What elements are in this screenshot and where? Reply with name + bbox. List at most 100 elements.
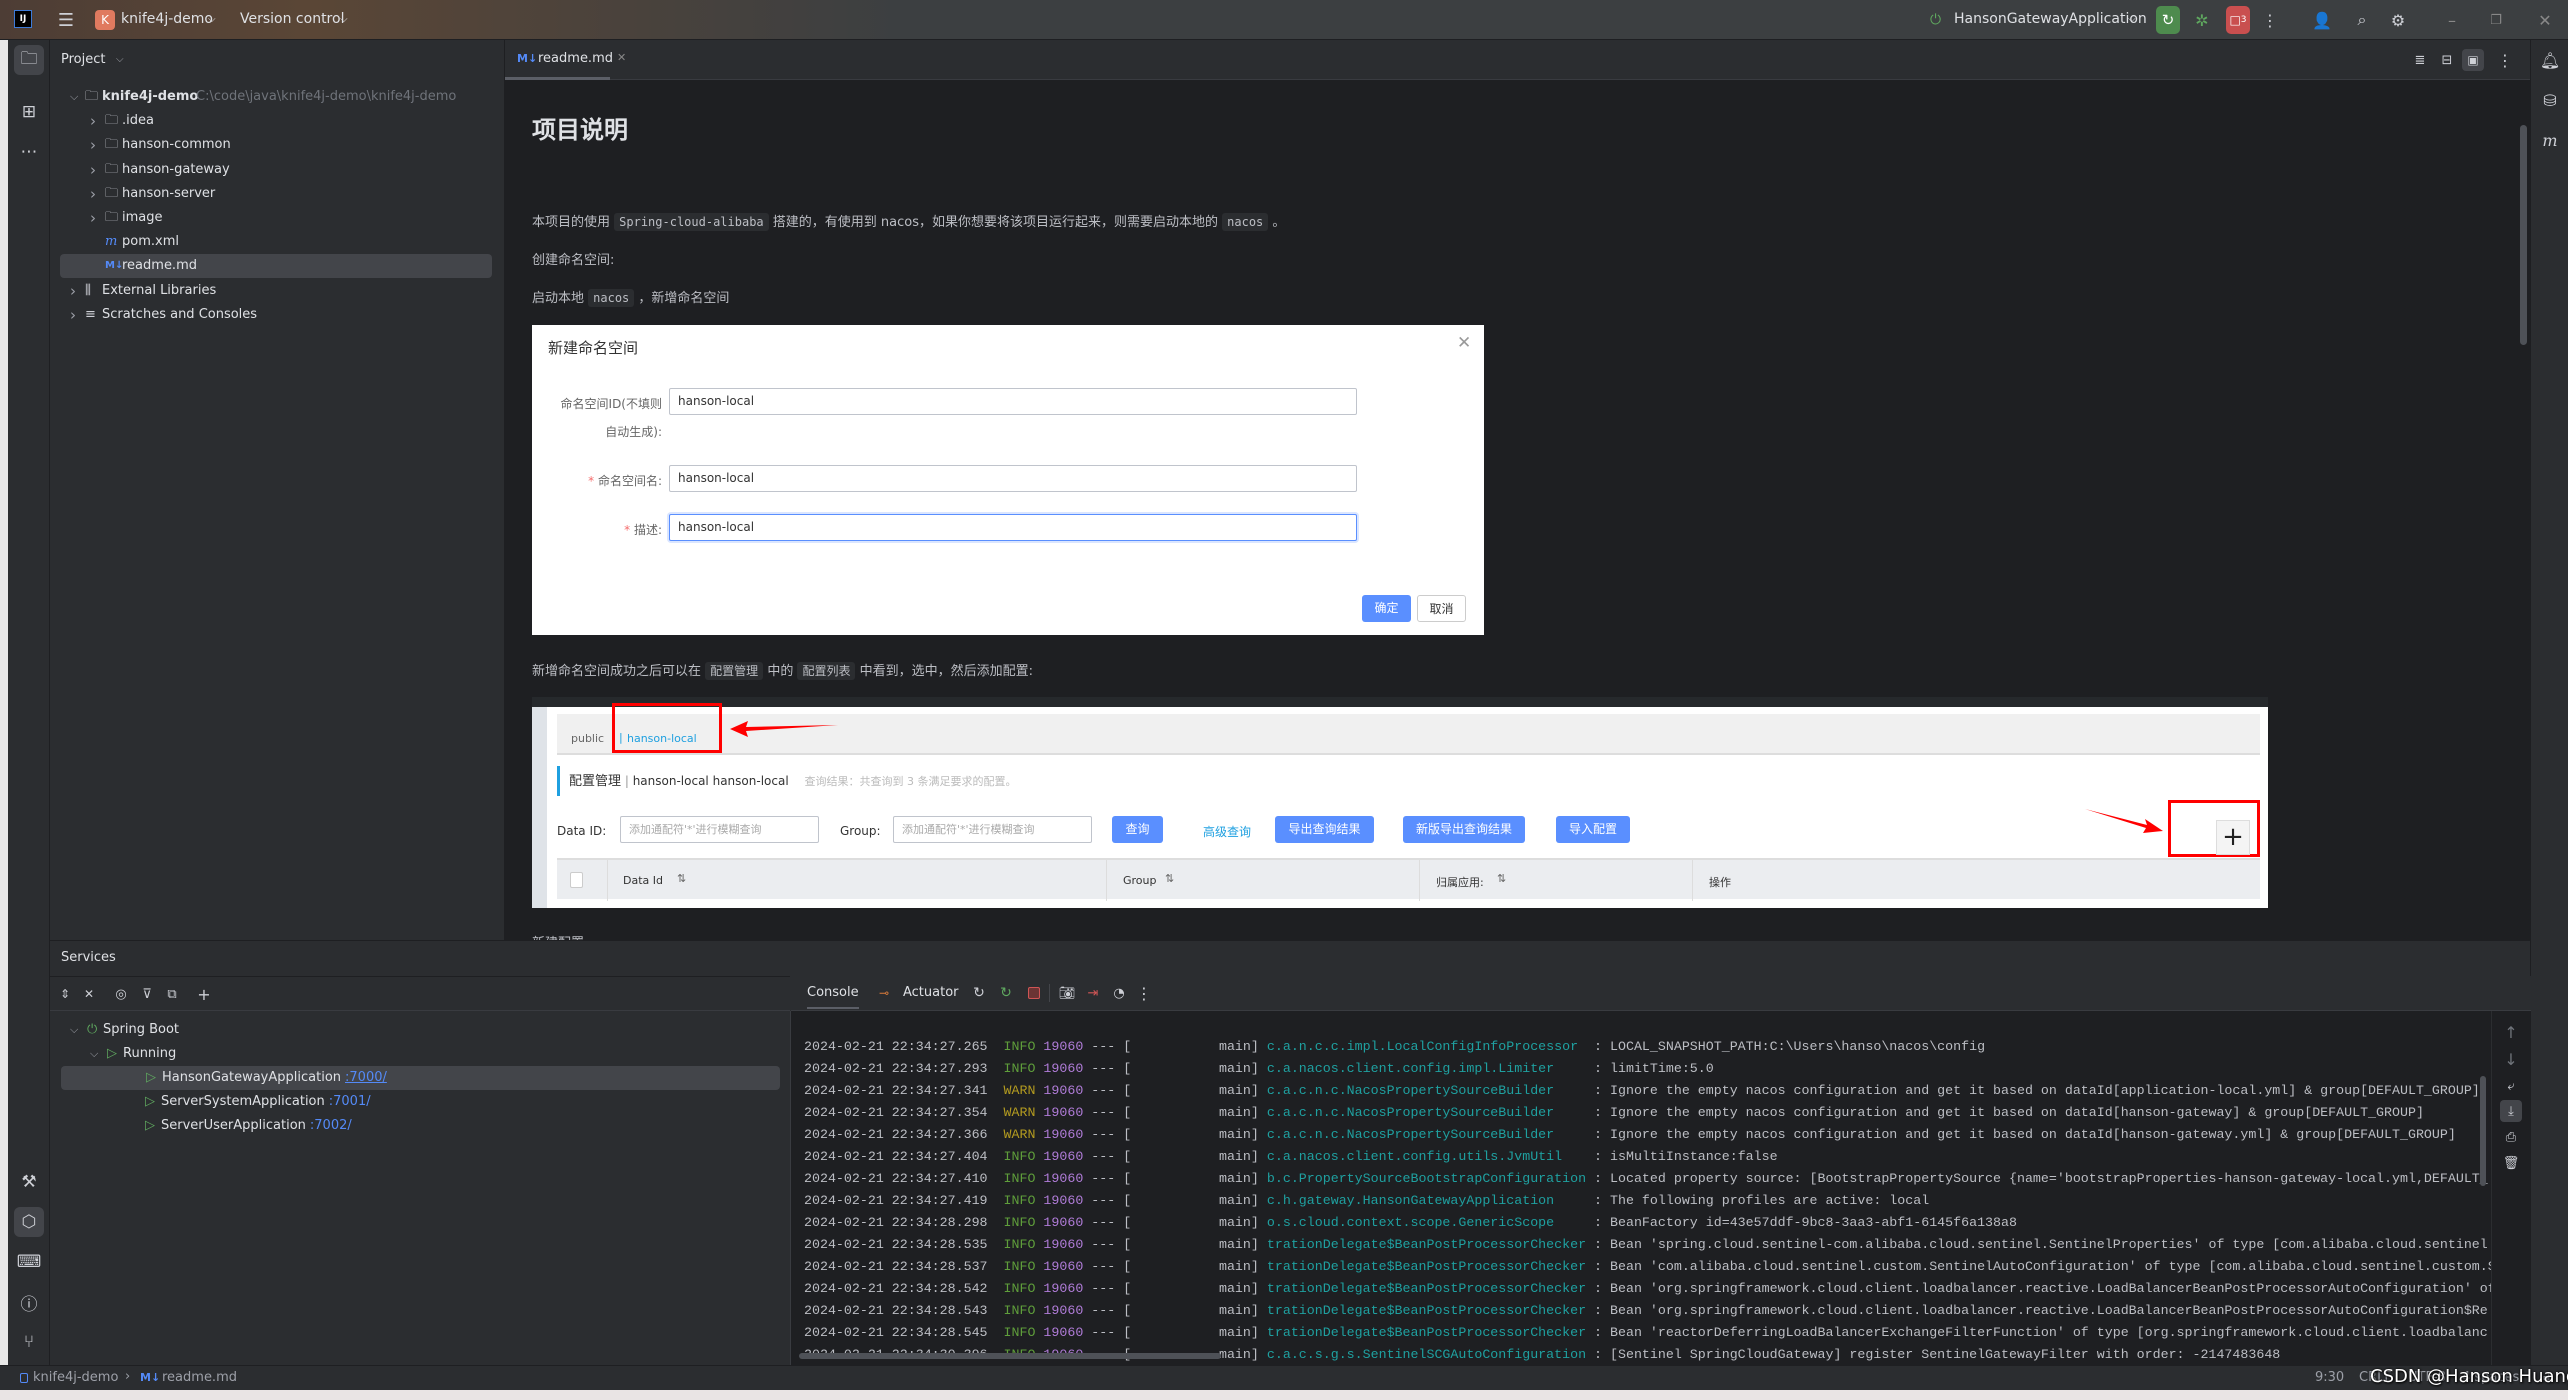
console-horizontal-scrollbar[interactable] (799, 1353, 1221, 1359)
log-level: INFO (1003, 1259, 1036, 1274)
close-icon[interactable]: ✕ (2533, 8, 2557, 32)
editor-only-icon[interactable]: ≣ (2410, 50, 2430, 70)
tree-item[interactable]: m pom.xml (60, 230, 492, 254)
label-text: 命名空间名: (597, 474, 662, 488)
database-icon[interactable]: ⛁ (2538, 88, 2562, 112)
restore-icon[interactable]: ❐ (2484, 8, 2508, 32)
chevron-right-icon[interactable]: › (90, 133, 96, 157)
main-menu-icon[interactable]: ☰ (54, 8, 78, 32)
caret-position[interactable]: 9:30 (2315, 1370, 2344, 1385)
search-icon[interactable]: ⌕ (2350, 8, 2374, 32)
collapse-all-icon[interactable]: ✕ (78, 983, 100, 1005)
tab-close-icon[interactable]: ✕ (617, 51, 626, 64)
rerun-button[interactable]: ↻ (2156, 6, 2180, 34)
project-selector[interactable]: knife4j-demo (121, 11, 213, 27)
trash-icon[interactable]: 🗑︎ (2500, 1152, 2522, 1174)
services-tool-icon[interactable]: ⬡ (14, 1207, 44, 1237)
notifications-icon[interactable]: 🔔︎ (2538, 48, 2562, 72)
tree-item[interactable]: › 🗀 hanson-server (60, 182, 492, 206)
tree-item[interactable]: › 🗀 hanson-gateway (60, 158, 492, 182)
stop-button[interactable]: □ 3 (2226, 6, 2250, 34)
more-icon[interactable]: ⋮ (1136, 983, 1152, 1003)
chevron-right-icon[interactable]: › (90, 158, 96, 182)
service-item[interactable]: ▷ ServerUserApplication:7002/ (60, 1114, 779, 1138)
service-item[interactable]: ⌵ ▷ Running (60, 1042, 779, 1066)
tree-item[interactable]: › ⫼ External Libraries (60, 279, 492, 303)
structure-tool-icon[interactable]: ⊞ (14, 97, 44, 127)
console-vertical-scrollbar[interactable] (2480, 1076, 2486, 1186)
stop-icon[interactable] (1028, 987, 1040, 999)
chevron-right-icon[interactable]: › (90, 109, 96, 133)
breadcrumb-file[interactable]: readme.md (162, 1370, 237, 1385)
run-config-selector[interactable]: HansonGatewayApplication (1954, 11, 2147, 27)
tab-actuator[interactable]: Actuator (903, 985, 959, 1000)
maven-icon[interactable]: m (2538, 128, 2562, 152)
split-view-icon[interactable]: ⊟ (2437, 50, 2457, 70)
minimize-icon[interactable]: – (2440, 8, 2464, 32)
service-item[interactable]: ▷ HansonGatewayApplication:7000/ (61, 1066, 780, 1090)
service-item[interactable]: ▷ ServerSystemApplication:7001/ (60, 1090, 779, 1114)
chevron-right-icon[interactable]: › (90, 182, 96, 206)
tree-item[interactable]: › 🗀 .idea (60, 109, 492, 133)
view-options-icon[interactable]: ◎ (110, 983, 132, 1005)
add-service-icon[interactable]: + (193, 983, 215, 1005)
new-tab-icon[interactable]: ⧉ (161, 983, 183, 1005)
vcs-menu[interactable]: Version control (240, 11, 344, 27)
more-icon[interactable]: ⋮ (2262, 8, 2278, 32)
tree-item[interactable]: ⌵ 🗀 knife4j-demo C:\code\java\knife4j-demo\… (60, 85, 492, 109)
editor-scrollbar[interactable] (2520, 125, 2527, 345)
add-user-icon[interactable]: 👤 (2310, 8, 2334, 32)
more-tools-icon[interactable]: ⋯ (14, 137, 44, 167)
scroll-up-icon[interactable]: ↑ (2500, 1021, 2522, 1043)
breadcrumb-project[interactable]: knife4j-demo (33, 1370, 118, 1385)
breadcrumb-separator: › (125, 1369, 131, 1384)
problems-icon[interactable]: ⓘ (14, 1287, 44, 1317)
log-thread: main (1131, 1039, 1251, 1054)
build-hammer-icon[interactable]: ⚒ (14, 1167, 44, 1197)
log-pid: 19060 (1043, 1237, 1084, 1252)
tree-item[interactable]: › 🗀 image (60, 206, 492, 230)
project-tool-icon[interactable]: 🗀 (14, 45, 44, 75)
project-panel-title[interactable]: Project (61, 52, 105, 67)
service-port-link[interactable]: :7002/ (310, 1118, 352, 1133)
chevron-right-icon[interactable]: › (70, 303, 76, 327)
expand-all-icon[interactable]: ⇕ (54, 983, 76, 1005)
gear-icon[interactable]: ⚙ (2386, 8, 2410, 32)
scroll-to-end-icon[interactable]: ⤓ (2500, 1100, 2522, 1122)
print-icon[interactable]: ⎙ (2500, 1126, 2522, 1148)
tab-console[interactable]: Console (807, 985, 859, 1009)
chevron-down-icon[interactable]: ⌵ (90, 1042, 98, 1066)
project-badge[interactable]: K (95, 10, 115, 30)
service-port-link[interactable]: :7001/ (329, 1094, 371, 1109)
camera-icon[interactable]: 📷︎ (1057, 983, 1077, 1003)
soft-wrap-icon[interactable]: ⤶ (2500, 1075, 2522, 1097)
profiler-gauge-icon[interactable]: ◔ (1109, 983, 1129, 1003)
chevron-right-icon[interactable]: › (70, 279, 76, 303)
tab-readme[interactable]: M↓ readme.md ✕ (505, 40, 626, 80)
rerun-icon[interactable]: ↻ (969, 983, 989, 1003)
tree-item[interactable]: M↓ readme.md (60, 254, 492, 279)
dialog-close-icon: ✕ (1457, 333, 1472, 353)
watermark: CSDN @Hanson Huang (2370, 1366, 2568, 1387)
tree-item-label: hanson-server (122, 185, 216, 201)
tree-item[interactable]: › ≡ Scratches and Consoles (60, 303, 492, 327)
chevron-down-icon[interactable]: ⌵ (70, 1018, 78, 1042)
log-message: Bean 'spring.cloud.sentinel-com.alibaba.… (1610, 1237, 2488, 1252)
service-port-link[interactable]: :7000/ (345, 1070, 387, 1085)
log-timestamp: 2024-02-21 22:34:27.341 (804, 1083, 988, 1098)
more-icon[interactable]: ⋮ (2497, 50, 2513, 70)
scroll-down-icon[interactable]: ↓ (2500, 1048, 2522, 1070)
preview-only-icon[interactable]: ▣ (2462, 49, 2484, 71)
filter-icon[interactable]: ⊽ (136, 983, 158, 1005)
chevron-right-icon[interactable]: › (90, 206, 96, 230)
chevron-down-icon[interactable]: ⌵ (70, 85, 78, 109)
rerun-debug-icon[interactable]: ↻ (996, 983, 1016, 1003)
terminal-icon[interactable]: ⌨ (14, 1247, 44, 1277)
text: ，新增命名空间 (638, 291, 730, 306)
exit-icon[interactable]: ⇥ (1083, 983, 1103, 1003)
service-item[interactable]: ⌵ ⏻ Spring Boot (60, 1018, 779, 1042)
debug-icon[interactable]: ✲ (2190, 8, 2214, 32)
log-line: 2024-02-21 22:34:28.543 INFO 19060 --- [… (804, 1303, 2488, 1318)
tree-item[interactable]: › 🗀 hanson-common (60, 133, 492, 157)
git-icon[interactable]: ⑂ (14, 1327, 44, 1357)
